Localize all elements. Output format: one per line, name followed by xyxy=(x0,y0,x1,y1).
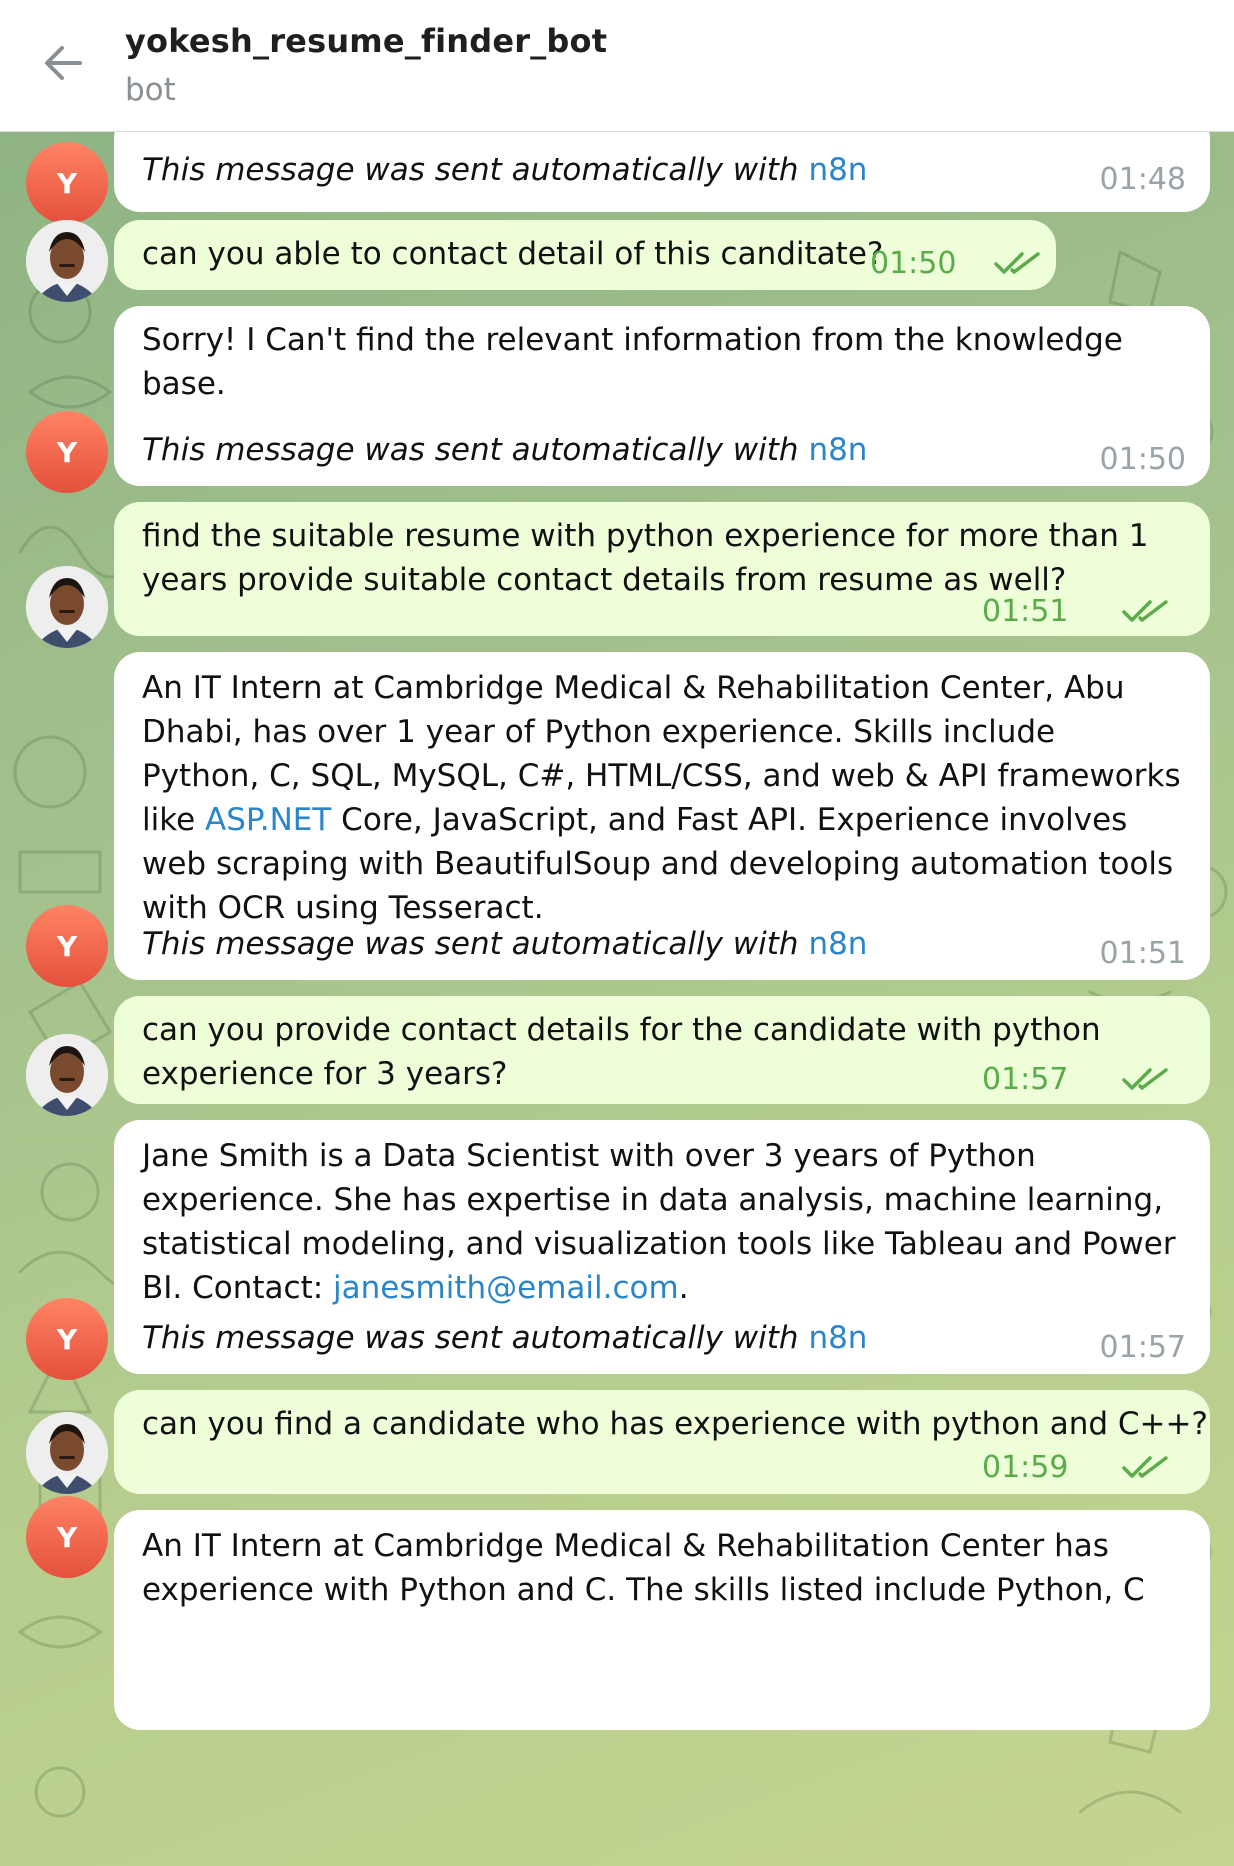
double-check-icon xyxy=(994,252,1040,274)
chat-subtitle: bot xyxy=(125,72,176,108)
bot-avatar[interactable]: Y xyxy=(26,1496,108,1578)
user-message[interactable]: can you provide contact details for the … xyxy=(114,996,1210,1104)
n8n-link[interactable]: n8n xyxy=(808,152,867,188)
email-link[interactable]: janesmith@email.com xyxy=(333,1270,679,1306)
message-time: 01:57 xyxy=(1099,1330,1186,1365)
double-check-icon xyxy=(1122,1456,1168,1478)
bot-avatar[interactable]: Y xyxy=(26,411,108,493)
chat-title[interactable]: yokesh_resume_finder_bot xyxy=(125,22,607,60)
bot-message[interactable]: Sorry! I Can't find the relevant informa… xyxy=(114,306,1210,486)
user-avatar[interactable] xyxy=(26,1034,108,1116)
user-avatar[interactable] xyxy=(26,1412,108,1494)
bot-message[interactable]: An IT Intern at Cambridge Medical & Reha… xyxy=(114,652,1210,980)
user-avatar[interactable] xyxy=(26,220,108,302)
user-message[interactable]: can you find a candidate who has experie… xyxy=(114,1390,1210,1494)
message-text: can you find a candidate who has experie… xyxy=(142,1406,1208,1442)
user-message[interactable]: find the suitable resume with python exp… xyxy=(114,502,1210,636)
message-time: 01:57 xyxy=(982,1062,1069,1097)
chat-area[interactable]: This message was sent automatically with… xyxy=(0,132,1234,1866)
message-text: An IT Intern at Cambridge Medical & Reha… xyxy=(142,1528,1145,1608)
auto-footer: This message was sent automatically with… xyxy=(142,152,868,188)
message-time: 01:51 xyxy=(1099,936,1186,971)
auto-footer: This message was sent automatically with… xyxy=(142,926,868,962)
auto-footer: This message was sent automatically with… xyxy=(142,432,868,468)
user-photo-icon xyxy=(26,1034,108,1116)
message-text: An IT Intern at Cambridge Medical & Reha… xyxy=(142,670,1181,926)
message-time: 01:48 xyxy=(1099,162,1186,197)
user-photo-icon xyxy=(26,566,108,648)
message-time: 01:51 xyxy=(982,594,1069,629)
chat-header: yokesh_resume_finder_bot bot xyxy=(0,0,1234,132)
n8n-link[interactable]: n8n xyxy=(808,432,867,468)
aspnet-link[interactable]: ASP.NET xyxy=(205,802,331,838)
user-avatar[interactable] xyxy=(26,566,108,648)
bot-avatar[interactable]: Y xyxy=(26,905,108,987)
message-text: Sorry! I Can't find the relevant informa… xyxy=(142,322,1123,402)
user-message[interactable]: can you able to contact detail of this c… xyxy=(114,220,1056,290)
back-arrow-icon[interactable] xyxy=(40,40,86,86)
double-check-icon xyxy=(1122,600,1168,622)
bot-message[interactable]: This message was sent automatically with… xyxy=(114,132,1210,212)
message-time: 01:50 xyxy=(870,246,957,281)
bot-message[interactable]: Jane Smith is a Data Scientist with over… xyxy=(114,1120,1210,1374)
bot-message[interactable]: An IT Intern at Cambridge Medical & Reha… xyxy=(114,1510,1210,1730)
message-text: Jane Smith is a Data Scientist with over… xyxy=(142,1138,1176,1306)
auto-footer: This message was sent automatically with… xyxy=(142,1320,868,1356)
message-time: 01:50 xyxy=(1099,442,1186,477)
message-time: 01:59 xyxy=(982,1450,1069,1485)
message-text: find the suitable resume with python exp… xyxy=(142,518,1149,598)
n8n-link[interactable]: n8n xyxy=(808,1320,867,1356)
user-photo-icon xyxy=(26,220,108,302)
bot-avatar[interactable]: Y xyxy=(26,1298,108,1380)
double-check-icon xyxy=(1122,1068,1168,1090)
bot-avatar[interactable]: Y xyxy=(26,142,108,224)
n8n-link[interactable]: n8n xyxy=(808,926,867,962)
user-photo-icon xyxy=(26,1412,108,1494)
